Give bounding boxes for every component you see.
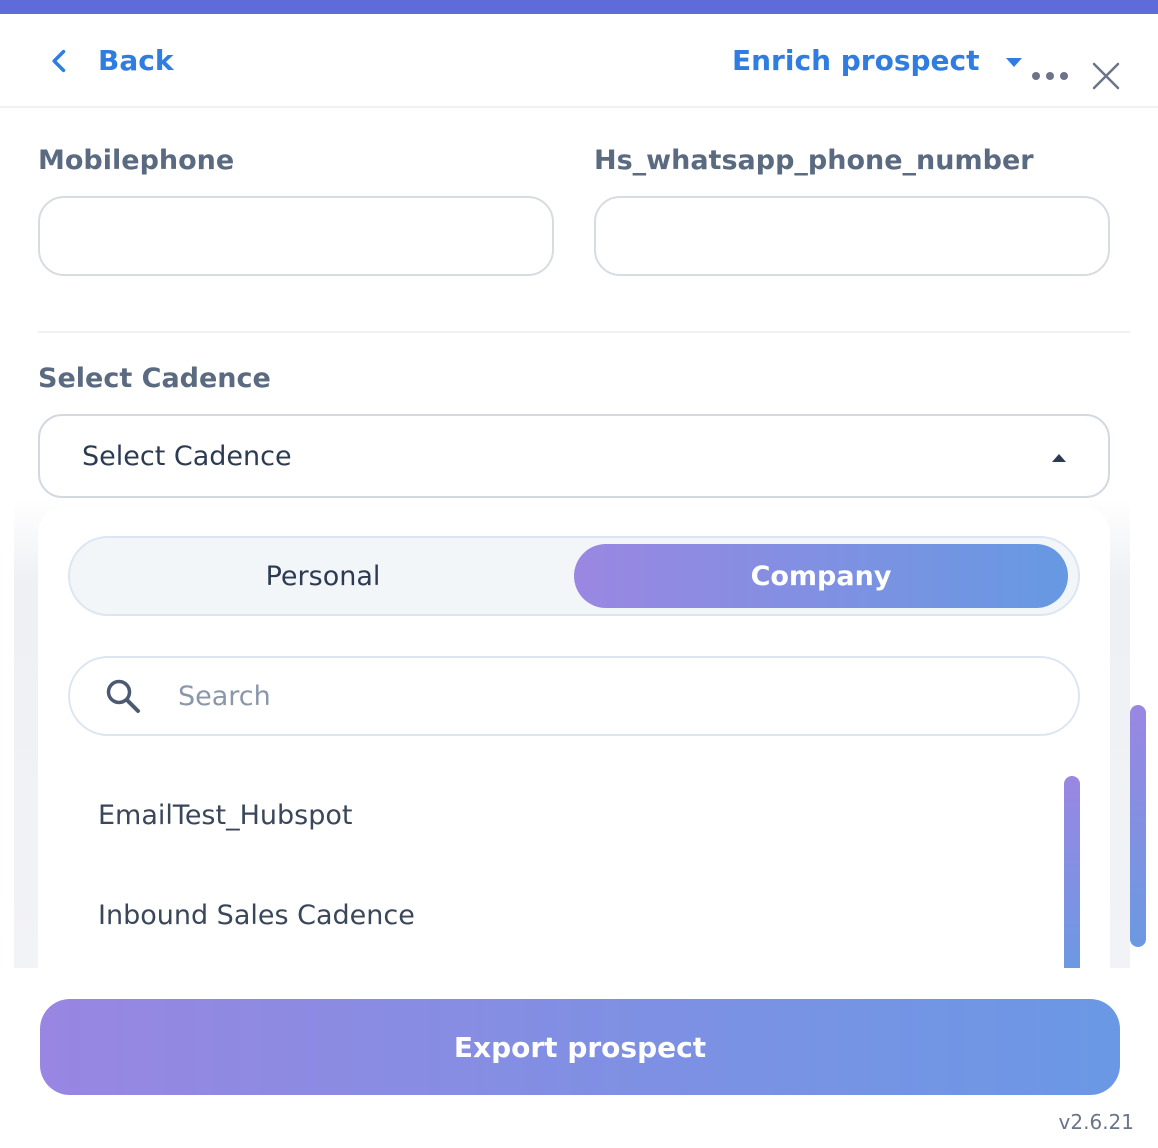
search-icon — [106, 679, 140, 713]
whatsapp-label: Hs_whatsapp_phone_number — [594, 145, 1034, 176]
header-bar: Back Enrich prospect — [0, 14, 1158, 108]
more-dot-icon — [1060, 72, 1068, 80]
tab-company[interactable]: Company — [574, 544, 1068, 608]
mobilephone-label: Mobilephone — [38, 145, 235, 176]
close-icon[interactable] — [1090, 60, 1122, 92]
section-divider — [38, 331, 1130, 333]
back-button[interactable]: Back — [46, 44, 173, 77]
cadence-list-item[interactable]: Inbound Sales Cadence — [98, 900, 415, 931]
caret-down-icon — [1005, 58, 1022, 67]
back-label: Back — [98, 44, 174, 77]
enrich-prospect-label: Enrich prospect — [732, 44, 980, 77]
cadence-list-item[interactable]: EmailTest_Hubspot — [98, 800, 352, 831]
export-prospect-button[interactable]: Export prospect — [40, 999, 1120, 1095]
cadence-select-value: Select Cadence — [82, 440, 292, 472]
cadence-search — [68, 656, 1080, 736]
more-options-button[interactable] — [1032, 72, 1068, 80]
mobilephone-input[interactable] — [38, 196, 554, 276]
select-cadence-label: Select Cadence — [38, 363, 271, 394]
more-dot-icon — [1046, 72, 1054, 80]
search-input[interactable] — [176, 679, 980, 713]
tab-personal[interactable]: Personal — [76, 544, 570, 608]
chevron-left-icon — [52, 49, 66, 72]
dropdown-scrollbar[interactable] — [1064, 776, 1080, 968]
cadence-select[interactable]: Select Cadence — [38, 414, 1110, 498]
cadence-type-toggle: Personal Company — [68, 536, 1080, 616]
caret-up-icon — [1052, 454, 1066, 462]
enrich-prospect-dropdown[interactable]: Enrich prospect — [732, 44, 1022, 77]
more-dot-icon — [1032, 72, 1040, 80]
version-label: v2.6.21 — [1058, 1110, 1134, 1134]
whatsapp-input[interactable] — [594, 196, 1110, 276]
page-scrollbar[interactable] — [1130, 705, 1146, 947]
top-accent-bar — [0, 0, 1158, 14]
cadence-dropdown-panel: Personal Company EmailTest_Hubspot Inbou… — [38, 506, 1110, 968]
